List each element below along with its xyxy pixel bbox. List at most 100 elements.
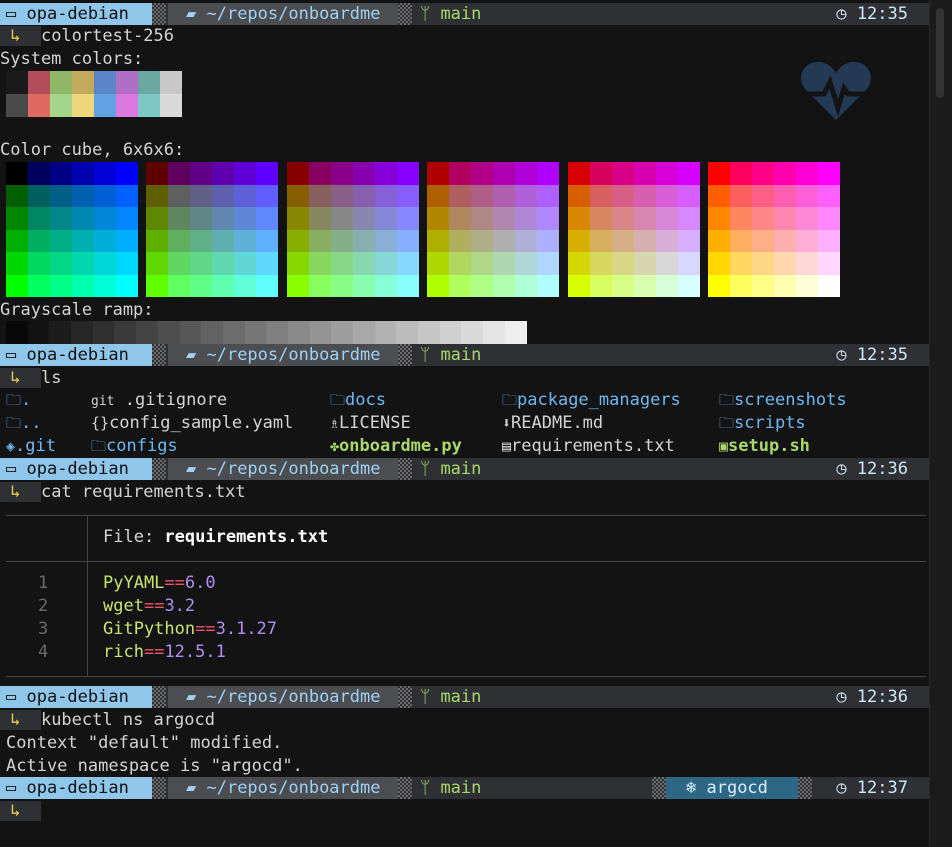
clock-icon: ◷ [836, 345, 857, 365]
scrollbar[interactable] [929, 0, 952, 847]
ls-entry[interactable]: ♗LICENSE [330, 412, 411, 435]
color-swatch [353, 162, 375, 185]
monitor-icon: ▭ [6, 4, 27, 24]
ls-entry[interactable]: 🗀docs [330, 389, 386, 412]
color-swatch [515, 207, 537, 230]
ls-entry[interactable]: 🗀package_managers [502, 389, 681, 412]
color-swatch [168, 252, 190, 275]
color-swatch [50, 274, 72, 297]
color-swatch [6, 207, 28, 230]
command-line[interactable]: ↳ kubectl ns argocd [0, 709, 215, 732]
heartbeat-icon [801, 61, 871, 120]
host-segment: ▭ opa-debian [0, 344, 152, 366]
command-line[interactable]: ↳ colortest-256 [0, 25, 174, 48]
gray-swatch [331, 321, 353, 344]
bat-gutter-rule [87, 561, 88, 676]
color-cube-block [287, 162, 419, 297]
clock-icon: ◷ [836, 4, 857, 24]
ls-entry-name: package_managers [517, 390, 681, 410]
command-line[interactable]: ↳ [0, 800, 41, 823]
color-swatch [471, 229, 493, 252]
color-swatch [656, 207, 678, 230]
version-operator: == [143, 596, 165, 616]
ls-entry[interactable]: ✤onboardme.py [330, 435, 462, 458]
color-swatch [796, 252, 818, 275]
color-swatch [28, 207, 50, 230]
ls-entry-name: onboardme.py [339, 436, 462, 456]
prompt-bar: ▭ opa-debian ▰ ~/repos/onboardme ᛘ main … [0, 458, 930, 480]
color-swatch [656, 229, 678, 252]
color-swatch [708, 184, 730, 207]
monitor-icon: ▭ [6, 778, 27, 798]
color-swatch [28, 252, 50, 275]
color-swatch [168, 162, 190, 185]
color-swatch [375, 274, 397, 297]
ls-entry[interactable]: 🗀. [6, 389, 31, 412]
ls-entry[interactable]: ⬇README.md [502, 412, 603, 435]
ls-entry[interactable]: 🗀configs [91, 435, 178, 458]
terminal-window[interactable]: ▭ opa-debian ▰ ~/repos/onboardme ᛘ main … [0, 0, 930, 847]
color-swatch [634, 184, 656, 207]
color-swatch [72, 207, 94, 230]
folder-icon: 🗀 [330, 391, 346, 409]
ls-entry[interactable]: 🗀.. [6, 412, 42, 435]
color-swatch [72, 162, 94, 185]
color-swatch [287, 252, 309, 275]
path-text: ~/repos/onboardme [206, 4, 381, 24]
color-swatch [234, 252, 256, 275]
kubernetes-icon: ❄ [686, 778, 707, 798]
color-swatch [493, 229, 515, 252]
command-line[interactable]: ↳ cat requirements.txt [0, 481, 246, 504]
branch-segment: ᛘ main [420, 344, 481, 366]
git-branch-icon: ᛘ [420, 4, 441, 24]
color-swatch [6, 252, 28, 275]
folder-icon: 🗀 [6, 414, 22, 432]
color-swatch [678, 162, 700, 185]
time-text: 12:36 [856, 687, 908, 707]
time-text: 12:37 [856, 778, 908, 798]
color-swatch [116, 274, 138, 297]
ls-entry[interactable]: git .gitignore [91, 389, 227, 412]
color-swatch [331, 207, 353, 230]
color-swatch [234, 229, 256, 252]
line-number: 4 [38, 642, 49, 662]
color-swatch [634, 162, 656, 185]
dither-separator [398, 344, 412, 366]
color-swatch [590, 207, 612, 230]
color-swatch [212, 184, 234, 207]
color-swatch [168, 274, 190, 297]
color-swatch [116, 229, 138, 252]
ls-entry[interactable]: ▤requirements.txt [502, 435, 675, 458]
color-swatch [774, 207, 796, 230]
scrollbar-thumb[interactable] [936, 8, 944, 98]
gray-swatch [287, 321, 310, 344]
ls-entry[interactable]: {}config_sample.yaml [91, 412, 293, 435]
host-segment: ▭ opa-debian [0, 777, 152, 799]
color-swatch [678, 252, 700, 275]
gray-swatch [266, 321, 288, 344]
color-swatch [397, 252, 419, 275]
color-swatch [50, 184, 72, 207]
ls-entry-name: . [21, 390, 32, 410]
color-swatch [256, 184, 278, 207]
color-swatch [656, 274, 678, 297]
requirement-line: rich==12.5.1 [103, 641, 226, 664]
color-swatch [6, 274, 28, 297]
color-swatch [160, 71, 182, 94]
color-swatch [168, 184, 190, 207]
monitor-icon: ▭ [6, 345, 27, 365]
ls-entry[interactable]: ◈.git [6, 435, 56, 458]
color-swatch [309, 252, 331, 275]
python-icon: ✤ [330, 437, 340, 455]
version-number: 12.5.1 [164, 642, 226, 662]
ls-entry[interactable]: 🗀screenshots [719, 389, 847, 412]
color-swatch [146, 207, 168, 230]
color-swatch [397, 162, 419, 185]
ls-entry[interactable]: ▣setup.sh [719, 435, 810, 458]
color-cube-block [427, 162, 559, 297]
color-swatch [6, 71, 28, 94]
ls-entry[interactable]: 🗀scripts [719, 412, 806, 435]
branch-segment: ᛘ main [420, 777, 481, 799]
color-swatch [116, 207, 138, 230]
command-line[interactable]: ↳ ls [0, 367, 61, 390]
